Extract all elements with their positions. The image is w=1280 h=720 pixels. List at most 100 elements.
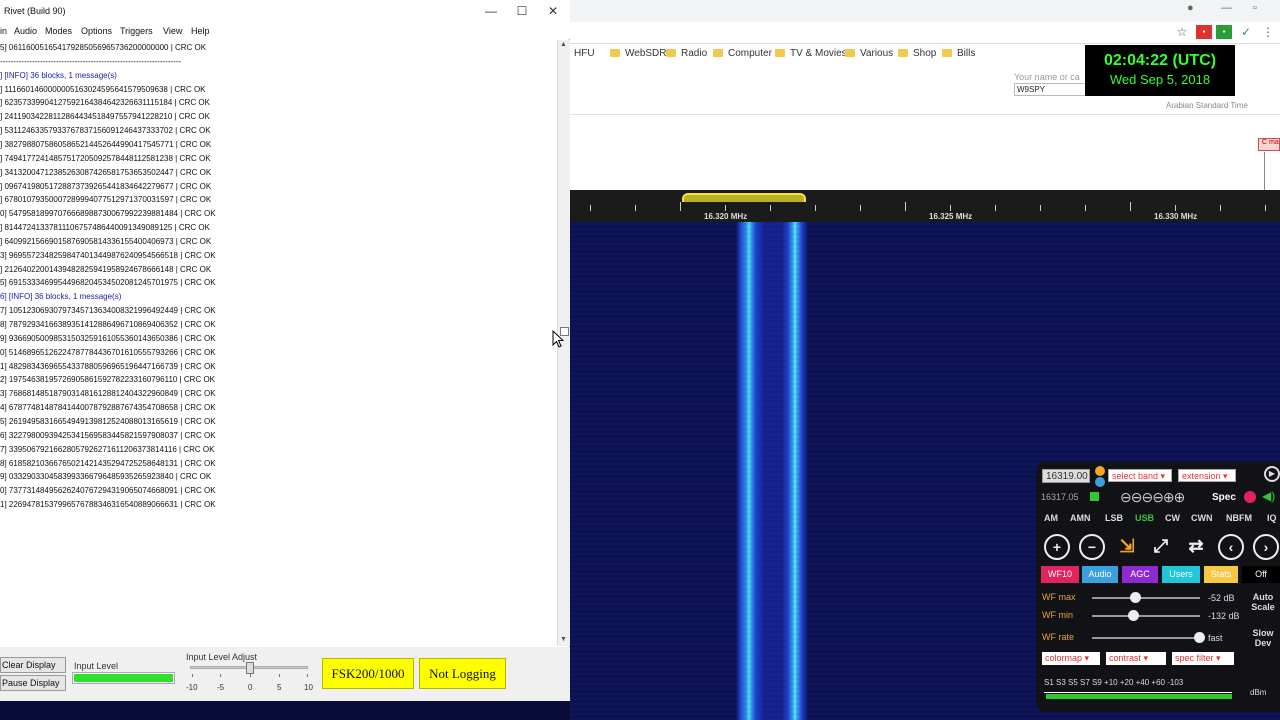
select-band-dropdown[interactable]: select band ▾	[1108, 469, 1172, 482]
bookmark-various[interactable]: Various	[845, 48, 893, 59]
rivet-titlebar[interactable]: Rivet (Build 90) — ☐ ✕	[0, 0, 570, 23]
browser-minimize-button[interactable]: —	[1221, 2, 1232, 14]
zoom-out-icon[interactable]: −	[1079, 534, 1105, 560]
agc-button[interactable]: AGC	[1122, 566, 1158, 583]
frequency-down-icon[interactable]	[1095, 477, 1105, 487]
wf-min-knob[interactable]	[1128, 610, 1140, 621]
bookmark-shop[interactable]: Shop	[898, 48, 936, 59]
menu-bar: in Audio Modes Options Triggers View Hel…	[0, 23, 570, 39]
passband-marker[interactable]	[682, 193, 806, 202]
auto-scale-line2: Scale	[1251, 602, 1275, 612]
extension-check-icon[interactable]: ✓	[1238, 25, 1254, 39]
mode-fsk-button[interactable]: FSK200/1000	[322, 658, 414, 689]
mode-amn[interactable]: AMN	[1070, 513, 1091, 523]
extension-dropdown[interactable]: extension ▾	[1178, 469, 1236, 482]
play-icon[interactable]: ▶	[1264, 466, 1280, 482]
page-left-icon[interactable]: ‹	[1218, 534, 1244, 560]
wf-max-knob[interactable]	[1130, 592, 1142, 603]
extension-red-icon[interactable]: ▪	[1196, 25, 1212, 39]
zoom-step-buttons[interactable]: ⊖⊖⊖⊖⊕⊕	[1120, 489, 1185, 506]
mode-nbfm[interactable]: NBFM	[1226, 513, 1252, 523]
mode-usb[interactable]: USB	[1135, 513, 1154, 523]
wf-rate-slider[interactable]	[1092, 637, 1200, 639]
decoder-log[interactable]: 5] 061160051654179285056965736200000000 …	[0, 40, 557, 646]
mode-am[interactable]: AM	[1044, 513, 1058, 523]
bookmark-radio[interactable]: Radio	[666, 48, 707, 59]
log-line: ] 749417724148575172050925784481125812​3…	[0, 153, 211, 163]
bookmark-star-icon[interactable]: ☆	[1174, 25, 1190, 39]
mode-lsb[interactable]: LSB	[1105, 513, 1123, 523]
bookmark-tv-movies[interactable]: TV & Movies	[775, 48, 847, 59]
speaker-icon[interactable]: ◀)	[1262, 489, 1275, 503]
bookmark-websdr[interactable]: WebSDR	[610, 48, 667, 59]
close-icon[interactable]: ✕	[538, 3, 568, 20]
log-line: 3] 7686814851879031481612881240432296084…	[0, 389, 216, 399]
mode-cw[interactable]: CW	[1165, 513, 1180, 523]
colormap-dropdown[interactable]: colormap ▾	[1042, 652, 1100, 665]
page-right-icon[interactable]: ›	[1253, 534, 1279, 560]
spec-toggle[interactable]: Spec	[1212, 492, 1236, 503]
bookmark-computer[interactable]: Computer	[713, 48, 772, 59]
name-input[interactable]	[1014, 83, 1086, 96]
log-line: 9] 9366905009853150325916105536014365038…	[0, 333, 216, 343]
log-line: 5] 6915333469954496820453450208124570197…	[0, 278, 216, 288]
c-button[interactable]: C ma	[1258, 138, 1280, 151]
wf-rate-label: WF rate	[1042, 632, 1075, 642]
contrast-label: contrast	[1109, 653, 1142, 663]
wf-max-slider[interactable]	[1092, 597, 1200, 599]
adjust-tick	[250, 674, 251, 677]
menu-main[interactable]: in	[0, 26, 7, 36]
contrast-dropdown[interactable]: contrast ▾	[1106, 652, 1166, 665]
menu-triggers[interactable]: Triggers	[120, 26, 153, 36]
menu-modes[interactable]: Modes	[45, 26, 72, 36]
input-level-adjust-knob[interactable]	[245, 662, 254, 674]
bookmark-hfu[interactable]: HFU	[574, 48, 595, 59]
slow-dev-button[interactable]: Slow Dev	[1248, 628, 1278, 648]
zoom-fit-icon[interactable]: ⇄	[1183, 534, 1209, 560]
audio-button[interactable]: Audio	[1082, 566, 1118, 583]
browser-maximize-button[interactable]: ▫	[1253, 2, 1257, 14]
profile-icon[interactable]: ●	[1187, 2, 1194, 14]
bookmark-bills[interactable]: Bills	[942, 48, 975, 59]
frequency-scale[interactable]: 16.320 MHz 16.325 MHz 16.330 MHz	[570, 190, 1280, 222]
wf-rate-knob[interactable]	[1193, 632, 1205, 643]
clock-date: Wed Sep 5, 2018	[1109, 72, 1211, 87]
zoom-max-icon[interactable]: ⤢	[1148, 534, 1174, 560]
address-bar-row[interactable]: ☆ ▪ ▪ ✓ ⋮	[570, 22, 1280, 44]
log-line: 0] 7377314849562624076729431906507466809…	[0, 486, 216, 496]
menu-options[interactable]: Options	[81, 26, 112, 36]
freq-label: 16.320 MHz	[704, 212, 748, 221]
colormap-label: colormap	[1045, 653, 1083, 663]
minimize-icon[interactable]: —	[476, 3, 506, 20]
menu-audio[interactable]: Audio	[14, 26, 37, 36]
spec-filter-dropdown[interactable]: spec filter ▾	[1172, 652, 1234, 665]
mode-iq[interactable]: IQ	[1267, 513, 1277, 523]
menu-help[interactable]: Help	[191, 26, 210, 36]
wf-min-slider[interactable]	[1092, 615, 1200, 617]
input-level-adjust-label: Input Level Adjust	[186, 652, 258, 662]
logging-button[interactable]: Not Logging	[419, 658, 506, 689]
stats-button[interactable]: Stats	[1204, 566, 1238, 583]
menu-view[interactable]: View	[163, 26, 182, 36]
zoom-in-icon[interactable]: +	[1044, 534, 1070, 560]
extension-green-icon[interactable]: ▪	[1216, 25, 1232, 39]
users-button[interactable]: Users	[1162, 566, 1200, 583]
maximize-icon[interactable]: ☐	[507, 3, 537, 20]
auto-scale-button[interactable]: Auto Scale	[1248, 592, 1278, 612]
scroll-down-icon[interactable]: ▼	[560, 636, 567, 643]
browser-menu-icon[interactable]: ⋮	[1260, 25, 1276, 39]
wf10-button[interactable]: WF10	[1041, 566, 1079, 583]
mode-cwn[interactable]: CWN	[1191, 513, 1213, 523]
frequency-up-icon[interactable]	[1095, 466, 1105, 476]
zoom-to-band-icon[interactable]: ⇲	[1114, 534, 1140, 560]
scroll-up-icon[interactable]: ▲	[560, 41, 567, 48]
wf-min-label: WF min	[1042, 610, 1073, 620]
lock-green-icon[interactable]	[1090, 492, 1099, 501]
slow-dev-line1: Slow	[1252, 628, 1274, 638]
pause-display-button[interactable]: Pause Display	[0, 675, 66, 691]
clear-display-button[interactable]: Clear Display	[0, 657, 66, 673]
off-button[interactable]: Off	[1242, 566, 1280, 583]
frequency-input[interactable]	[1042, 469, 1090, 483]
slow-dev-line2: Dev	[1254, 638, 1272, 648]
record-icon[interactable]	[1244, 491, 1256, 503]
